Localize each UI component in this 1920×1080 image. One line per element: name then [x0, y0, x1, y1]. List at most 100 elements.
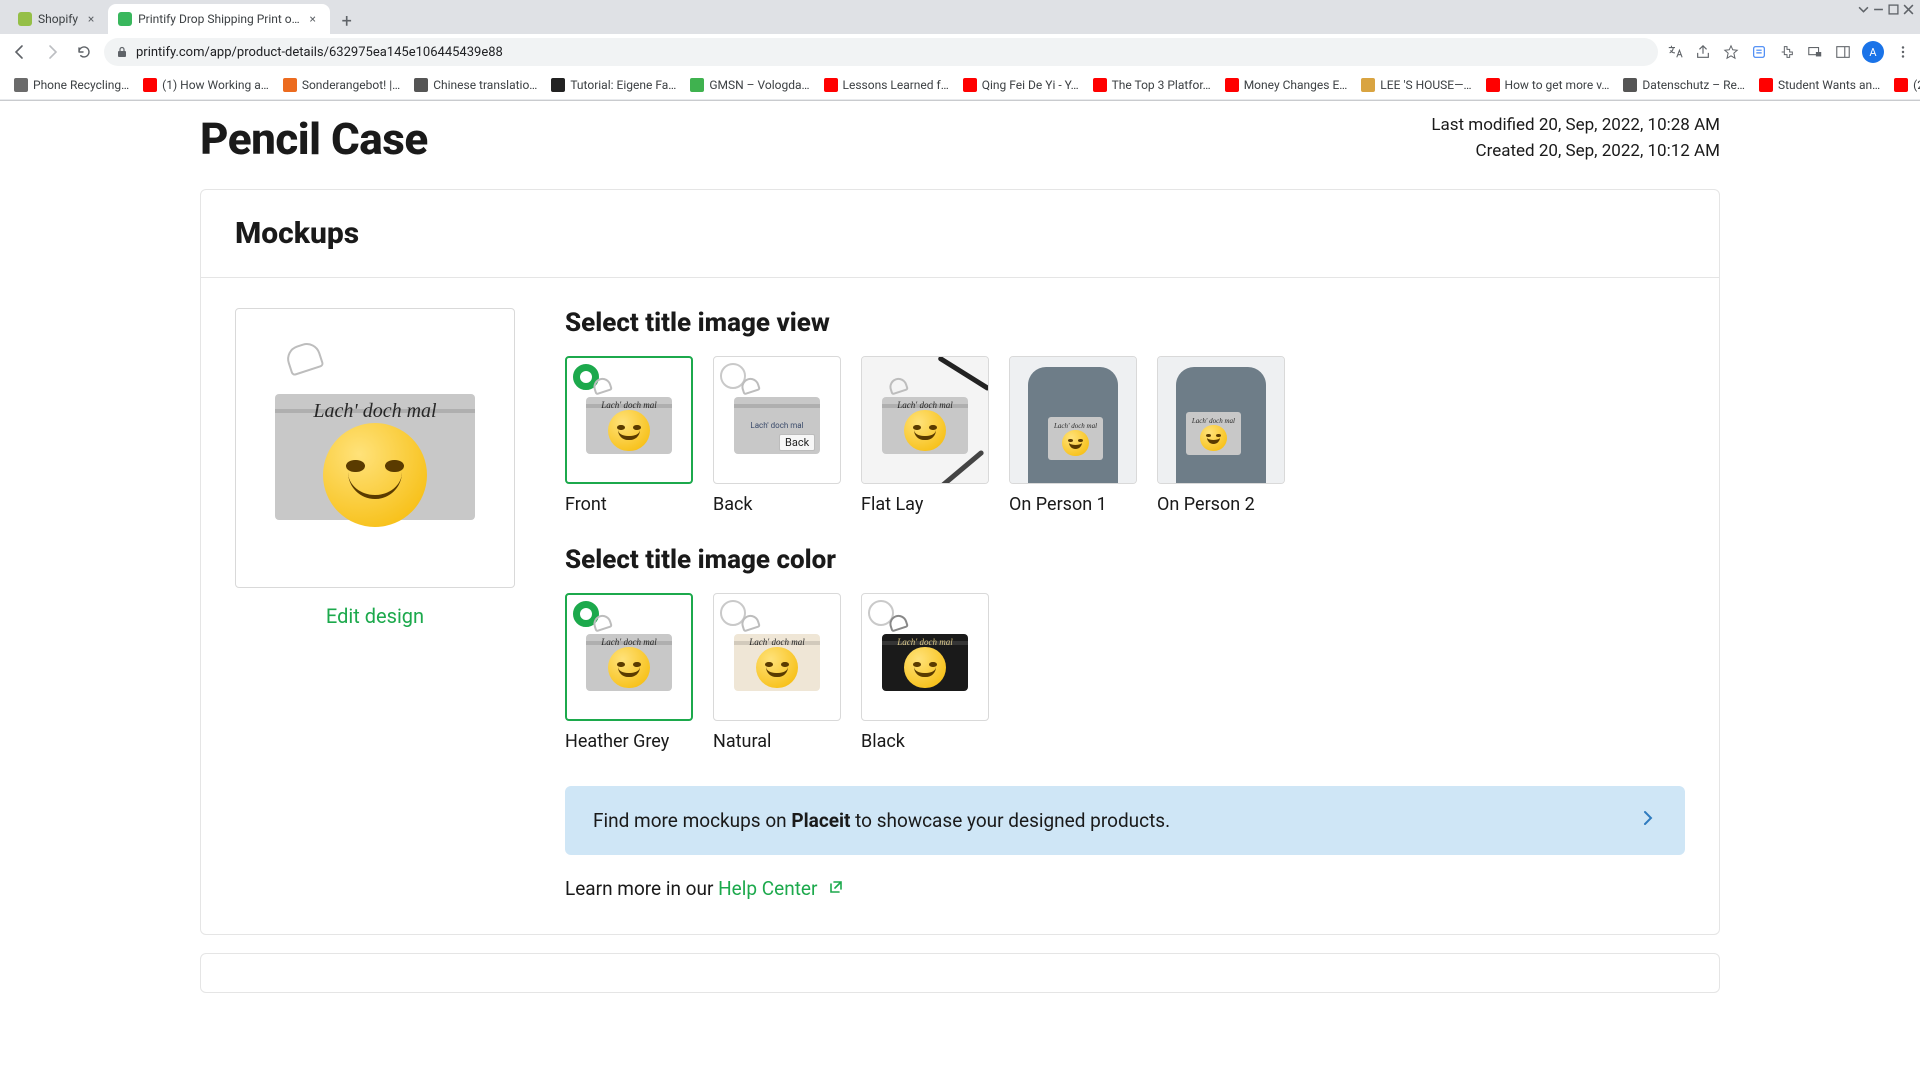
bookmark-item[interactable]: Lessons Learned f…	[818, 75, 955, 95]
bookmark-item[interactable]: Qing Fei De Yi - Y…	[957, 75, 1085, 95]
thumb-label: Flat Lay	[861, 494, 989, 515]
bookmark-item[interactable]: Sonderangebot! |…	[277, 75, 406, 95]
color-thumb-natural[interactable]: Lach' doch mal	[713, 593, 841, 721]
bookmark-item[interactable]: Datenschutz – Re…	[1617, 75, 1751, 95]
bookmark-item[interactable]: GMSN – Vologda…	[684, 75, 815, 95]
bookmark-favicon	[283, 78, 297, 92]
close-window-icon[interactable]	[1903, 4, 1914, 15]
bookmark-favicon	[1361, 78, 1375, 92]
forward-button[interactable]	[40, 40, 64, 64]
thumb-label: Front	[565, 494, 693, 515]
options-column: Select title image view Lach' doch mal F…	[565, 308, 1685, 900]
close-icon[interactable]: ×	[306, 12, 320, 26]
bookmark-item[interactable]: (1) How Working a…	[137, 75, 275, 95]
url-text: printify.com/app/product-details/632975e…	[136, 45, 503, 60]
color-heading: Select title image color	[565, 545, 1685, 575]
external-link-icon	[828, 877, 844, 900]
bookmark-label: Chinese translatio…	[433, 78, 537, 92]
bookmark-item[interactable]: The Top 3 Platfor…	[1087, 75, 1217, 95]
tab-bar: Shopify × Printify Drop Shipping Print o…	[0, 0, 1920, 34]
last-modified-text: Last modified 20, Sep, 2022, 10:28 AM	[1431, 113, 1720, 139]
thumb-label: On Person 1	[1009, 494, 1137, 515]
thumb-label: Black	[861, 731, 989, 752]
bookmarks-bar: Phone Recycling… (1) How Working a… Sonder…	[0, 70, 1920, 100]
lock-icon	[116, 46, 128, 58]
chevron-down-icon[interactable]	[1858, 4, 1869, 15]
window-controls	[1858, 4, 1914, 15]
color-thumb-heather-grey[interactable]: Lach' doch mal	[565, 593, 693, 721]
bookmark-favicon	[14, 78, 28, 92]
view-options-row: Lach' doch mal Front Lach' doch mal Back…	[565, 356, 1685, 515]
new-tab-button[interactable]: +	[334, 8, 360, 34]
view-thumb-flat-lay[interactable]: Lach' doch mal	[861, 356, 989, 484]
reading-list-icon[interactable]	[1750, 43, 1768, 61]
tab-title: Printify Drop Shipping Print o…	[138, 12, 300, 26]
page-title: Pencil Case	[200, 113, 428, 165]
bookmark-favicon	[414, 78, 428, 92]
bookmark-item[interactable]: How to get more v…	[1480, 75, 1616, 95]
extensions-icon[interactable]	[1778, 43, 1796, 61]
bookmark-label: (1) How Working a…	[162, 78, 269, 92]
bookmark-label: LEE 'S HOUSE—…	[1380, 78, 1471, 92]
bookmark-favicon	[1759, 78, 1773, 92]
back-button[interactable]	[8, 40, 32, 64]
help-row: Learn more in our Help Center	[565, 877, 1685, 900]
bookmark-item[interactable]: Phone Recycling…	[8, 75, 135, 95]
profile-avatar[interactable]: A	[1862, 41, 1884, 63]
reload-button[interactable]	[72, 40, 96, 64]
help-center-link[interactable]: Help Center	[718, 877, 817, 900]
view-heading: Select title image view	[565, 308, 1685, 338]
view-thumb-front[interactable]: Lach' doch mal	[565, 356, 693, 484]
thumb-label: Heather Grey	[565, 731, 693, 752]
chevron-right-icon	[1639, 808, 1657, 833]
bookmark-label: Lessons Learned f…	[843, 78, 949, 92]
bookmark-item[interactable]: Tutorial: Eigene Fa…	[545, 75, 682, 95]
menu-icon[interactable]	[1894, 43, 1912, 61]
mockups-card: Mockups Lach' doch mal Edit design	[200, 189, 1720, 935]
thumb-label: Natural	[713, 731, 841, 752]
tab-shopify[interactable]: Shopify ×	[8, 4, 108, 34]
placeit-banner[interactable]: Find more mockups on Placeit to showcase…	[565, 786, 1685, 855]
bookmark-label: Phone Recycling…	[33, 78, 129, 92]
video-popup-icon[interactable]	[1806, 43, 1824, 61]
bookmark-label: Money Changes E…	[1244, 78, 1348, 92]
close-icon[interactable]: ×	[84, 12, 98, 26]
next-card	[200, 953, 1720, 993]
edit-design-link[interactable]: Edit design	[235, 604, 515, 628]
header-row: Pencil Case Last modified 20, Sep, 2022,…	[0, 101, 1920, 189]
bookmark-favicon	[824, 78, 838, 92]
thumb-label: On Person 2	[1157, 494, 1285, 515]
page-content: Pencil Case Last modified 20, Sep, 2022,…	[0, 101, 1920, 1051]
bookmark-item[interactable]: LEE 'S HOUSE—…	[1355, 75, 1477, 95]
bookmark-item[interactable]: (2) How To Add A…	[1888, 75, 1920, 95]
translate-icon[interactable]	[1666, 43, 1684, 61]
preview-column: Lach' doch mal Edit design	[235, 308, 515, 900]
bookmark-favicon	[1486, 78, 1500, 92]
bookmark-label: Tutorial: Eigene Fa…	[570, 78, 676, 92]
share-icon[interactable]	[1694, 43, 1712, 61]
view-thumb-back[interactable]: Lach' doch mal	[713, 356, 841, 484]
view-thumb-person-2[interactable]: Lach' doch mal	[1157, 356, 1285, 484]
bookmark-label: Sonderangebot! |…	[302, 78, 400, 92]
bookmark-label: How to get more v…	[1505, 78, 1610, 92]
bookmark-favicon	[1894, 78, 1908, 92]
browser-chrome: Shopify × Printify Drop Shipping Print o…	[0, 0, 1920, 101]
tab-printify[interactable]: Printify Drop Shipping Print o… ×	[108, 4, 330, 34]
bookmark-item[interactable]: Chinese translatio…	[408, 75, 543, 95]
favicon-shopify	[18, 12, 32, 26]
url-field[interactable]: printify.com/app/product-details/632975e…	[104, 38, 1658, 66]
bookmark-favicon	[1225, 78, 1239, 92]
bookmark-favicon	[143, 78, 157, 92]
thumb-label: Back	[713, 494, 841, 515]
bookmark-item[interactable]: Money Changes E…	[1219, 75, 1354, 95]
side-panel-icon[interactable]	[1834, 43, 1852, 61]
section-title: Mockups	[201, 190, 1719, 278]
star-icon[interactable]	[1722, 43, 1740, 61]
bookmark-item[interactable]: Student Wants an…	[1753, 75, 1886, 95]
bookmark-favicon	[551, 78, 565, 92]
view-thumb-person-1[interactable]: Lach' doch mal	[1009, 356, 1137, 484]
minimize-icon[interactable]	[1873, 4, 1884, 15]
color-thumb-black[interactable]: Lach' doch mal	[861, 593, 989, 721]
product-meta: Last modified 20, Sep, 2022, 10:28 AM Cr…	[1431, 113, 1720, 164]
maximize-icon[interactable]	[1888, 4, 1899, 15]
